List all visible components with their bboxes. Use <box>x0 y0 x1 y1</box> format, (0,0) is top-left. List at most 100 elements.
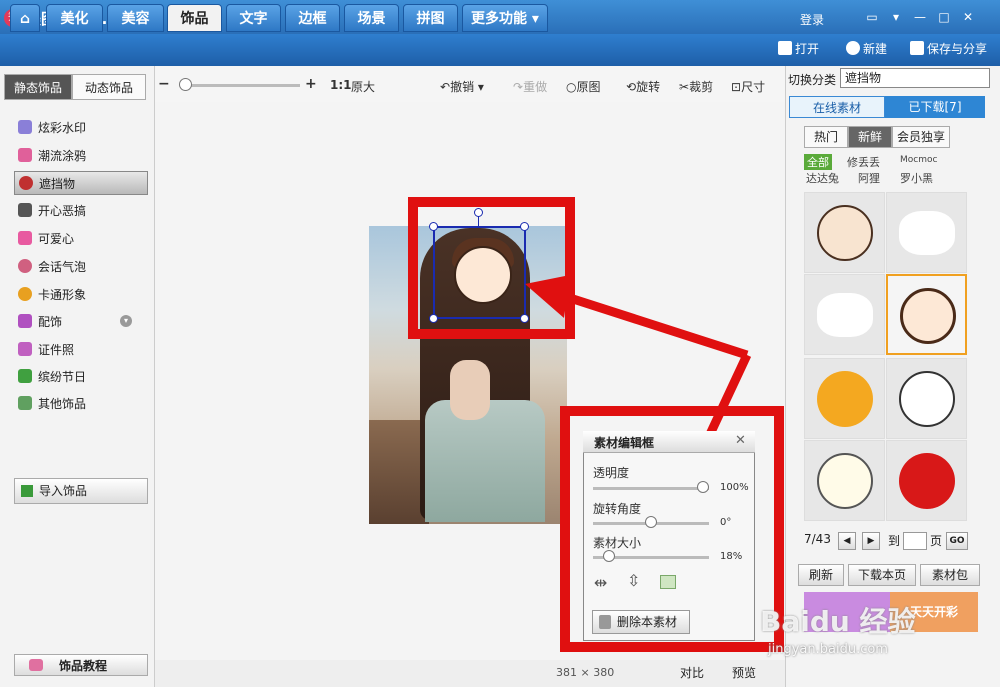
rotate-icon: ⟲ <box>626 80 637 94</box>
tab-online-materials[interactable]: 在线素材 <box>789 96 885 118</box>
minimize-icon[interactable]: — <box>912 10 928 24</box>
compare-button[interactable]: 对比 <box>680 664 704 681</box>
go-button[interactable]: GO <box>946 532 968 550</box>
close-icon[interactable]: ✕ <box>735 433 746 448</box>
login-link[interactable]: 登录 <box>800 11 824 28</box>
category-item[interactable]: 潮流涂鸦 <box>18 144 148 168</box>
original-image-button[interactable]: ○原图 <box>566 78 601 95</box>
duplicate-icon[interactable] <box>660 575 676 589</box>
category-item[interactable]: 缤纷节日 <box>18 365 148 389</box>
close-icon[interactable]: ✕ <box>960 10 976 24</box>
zoom-slider-track[interactable] <box>180 84 300 87</box>
flip-vertical-icon[interactable]: ⇳ <box>627 571 640 590</box>
rotate-button[interactable]: ⟲旋转 <box>626 78 660 95</box>
filter-author[interactable]: 阿狸 <box>858 170 880 186</box>
preview-button[interactable]: 预览 <box>732 664 756 681</box>
category-item[interactable]: 证件照 <box>18 338 148 362</box>
material-pack-button[interactable]: 素材包 <box>920 564 980 586</box>
rotation-label: 旋转角度 <box>593 502 642 516</box>
tab-static-accessories[interactable]: 静态饰品 <box>4 74 72 100</box>
category-item[interactable]: 可爱心 <box>18 227 148 251</box>
prank-icon <box>18 203 32 217</box>
sparkle-icon <box>18 120 32 134</box>
opacity-slider-track[interactable] <box>593 487 709 490</box>
tab-animated-accessories[interactable]: 动态饰品 <box>72 74 146 100</box>
plus-icon <box>846 41 860 55</box>
zoom-in-icon[interactable]: + <box>305 76 317 92</box>
category-item[interactable]: 会话气泡 <box>18 255 148 279</box>
delete-material-button[interactable]: 删除本素材 <box>592 610 690 634</box>
tab-accessories[interactable]: 饰品 <box>167 4 222 32</box>
material-thumbnail[interactable] <box>804 274 885 355</box>
tab-downloaded[interactable]: 已下载[7] <box>885 96 985 118</box>
tab-scene[interactable]: 场景 <box>344 4 399 32</box>
next-page-icon[interactable]: ▶ <box>862 532 880 550</box>
material-thumbnail[interactable] <box>804 440 885 521</box>
rotation-slider-handle[interactable] <box>645 516 657 528</box>
category-item[interactable]: 其他饰品 <box>18 392 148 416</box>
menu-icon[interactable]: ▾ <box>888 10 904 24</box>
import-accessory-button[interactable]: 导入饰品 <box>14 478 148 504</box>
material-thumbnail[interactable] <box>886 440 967 521</box>
save-icon <box>910 41 924 55</box>
download-page-button[interactable]: 下载本页 <box>848 564 916 586</box>
feedback-icon[interactable]: ▭ <box>864 10 880 24</box>
material-thumbnail[interactable] <box>804 358 885 439</box>
baidu-watermark: Baidu 经验 <box>760 605 916 638</box>
zoom-slider-handle[interactable] <box>179 78 192 91</box>
filter-author[interactable]: 达达兔 <box>806 170 839 186</box>
original-size-button[interactable]: 原大 <box>351 78 375 95</box>
ratio-button[interactable]: 1:1 <box>330 78 352 92</box>
resize-button[interactable]: ⊡尺寸 <box>731 78 765 95</box>
opacity-value: 100% <box>720 482 749 493</box>
tab-more[interactable]: 更多功能 ▾ <box>462 4 548 32</box>
prev-page-icon[interactable]: ◀ <box>838 532 856 550</box>
save-share-button[interactable]: 保存与分享 <box>910 41 998 57</box>
expand-icon[interactable]: ▾ <box>120 315 132 327</box>
category-item[interactable]: 配饰 ▾ <box>18 310 148 334</box>
category-item-active[interactable]: 遮挡物 <box>14 171 148 195</box>
filter-author[interactable]: 修丢丢 <box>847 154 880 170</box>
rotation-value: 0° <box>720 517 732 528</box>
tab-text[interactable]: 文字 <box>226 4 281 32</box>
material-thumbnail[interactable] <box>886 358 967 439</box>
page-number-input[interactable] <box>903 532 927 550</box>
tab-frame[interactable]: 边框 <box>285 4 340 32</box>
material-thumbnail-selected[interactable] <box>886 274 967 355</box>
category-item[interactable]: 卡通形象 <box>18 283 148 307</box>
filter-author[interactable]: Mocmoc <box>900 155 937 165</box>
filter-all[interactable]: 全部 <box>804 154 832 170</box>
tab-beautify[interactable]: 美化 <box>46 4 103 32</box>
heart-icon <box>18 231 32 245</box>
filter-hot[interactable]: 热门 <box>804 126 848 148</box>
bow-icon <box>18 314 32 328</box>
tab-collage[interactable]: 拼图 <box>403 4 458 32</box>
filter-author[interactable]: 罗小黑 <box>900 170 933 186</box>
category-item[interactable]: 炫彩水印 <box>18 116 148 140</box>
material-thumbnail[interactable] <box>886 192 967 273</box>
zoom-out-icon[interactable]: − <box>158 76 170 92</box>
new-button[interactable]: 新建 <box>846 41 887 57</box>
category-item[interactable]: 开心恶搞 <box>18 199 148 223</box>
tab-face[interactable]: 美容 <box>107 4 164 32</box>
open-button[interactable]: 打开 <box>778 41 819 57</box>
maximize-icon[interactable]: □ <box>936 10 952 24</box>
filter-vip[interactable]: 会员独享 <box>892 126 950 148</box>
filter-new[interactable]: 新鲜 <box>848 126 892 148</box>
refresh-button[interactable]: 刷新 <box>798 564 844 586</box>
opacity-slider-handle[interactable] <box>697 481 709 493</box>
flip-horizontal-icon[interactable]: ⇹ <box>594 573 607 592</box>
redo-button[interactable]: ↷重做 <box>513 78 547 95</box>
home-icon[interactable]: ⌂ <box>10 4 40 32</box>
scissors-icon: ✂ <box>679 80 690 94</box>
material-thumbnail[interactable] <box>804 192 885 273</box>
crop-button[interactable]: ✂裁剪 <box>679 78 713 95</box>
opacity-label: 透明度 <box>593 466 630 480</box>
image-dimensions: 381 × 380 <box>556 666 615 679</box>
lips-icon <box>18 148 32 162</box>
photo-subject-arms <box>450 360 490 420</box>
goto-label: 到 <box>888 534 901 548</box>
category-select[interactable]: 遮挡物 <box>840 68 990 88</box>
tutorial-button[interactable]: 饰品教程 <box>14 654 148 676</box>
undo-button[interactable]: ↶撤销 ▾ <box>440 78 484 95</box>
